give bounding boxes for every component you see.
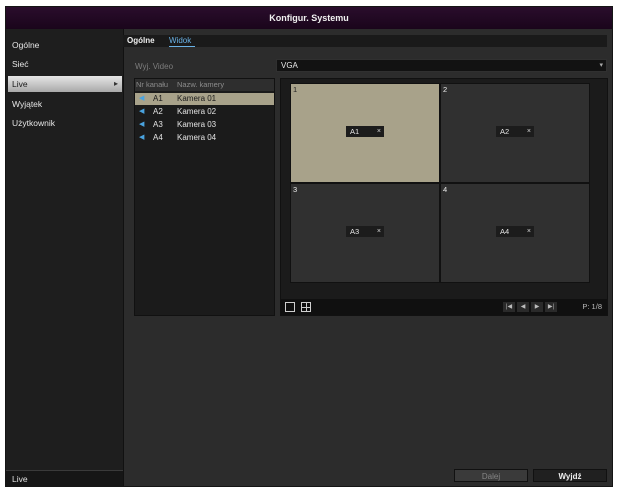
prev-page-button[interactable]: ◀ [517,302,529,312]
list-item[interactable]: ◀ A2 Kamera 02 [135,106,274,118]
next-page-button[interactable]: ▶ [531,302,543,312]
next-button[interactable]: Dalej [454,469,528,482]
camera-icon: ◀ [139,95,145,102]
column-header-channel: Nr kanału [136,80,169,89]
camera-name: Kamera 01 [177,94,217,103]
tab-view-label: Widok [169,36,192,45]
list-item[interactable]: ◀ A3 Kamera 03 [135,119,274,131]
preview-cell[interactable]: 2 A2 × [441,84,589,182]
sidebar-item-network[interactable]: Sieć [8,56,122,72]
sidebar-footer-live[interactable]: Live [6,470,123,486]
camera-list: Nr kanału Nazw. kamery ◀ A1 Kamera 01 ◀ … [134,78,275,316]
camera-name: Kamera 04 [177,133,217,142]
cell-channel-label: A2 [500,127,510,136]
close-icon[interactable]: × [527,226,531,237]
first-page-button[interactable]: |◀ [503,302,515,312]
camera-icon: ◀ [139,121,145,128]
cell-channel-label: A3 [350,227,360,236]
cell-number: 4 [443,185,448,194]
cell-number: 1 [293,85,298,94]
cell-channel: A2 × [496,126,534,137]
list-item[interactable]: ◀ A4 Kamera 04 [135,132,274,144]
camera-name: Kamera 02 [177,107,217,116]
preview-cell[interactable]: 1 A1 × [291,84,439,182]
page-indicator: P: 1/8 [582,302,602,311]
sidebar-item-general[interactable]: Ogólne [8,37,122,53]
camera-id: A2 [153,107,163,116]
sidebar: Ogólne Sieć Live ▸ Wyjątek Użytkownik Li… [6,29,124,486]
single-view-icon[interactable] [285,302,295,312]
preview-grid: 1 A1 × 2 A2 × 3 A3 × 4 A4 × [290,83,590,283]
close-icon[interactable]: × [527,126,531,137]
cell-channel: A3 × [346,226,384,237]
last-page-button[interactable]: ▶| [545,302,557,312]
camera-id: A1 [153,94,163,103]
layout-preview: 1 A1 × 2 A2 × 3 A3 × 4 A4 × |◀ ◀ ▶ ▶| P:… [280,78,608,316]
camera-id: A3 [153,120,163,129]
camera-name: Kamera 03 [177,120,217,129]
tab-active-underline [169,46,195,47]
cell-channel: A1 × [346,126,384,137]
cell-number: 3 [293,185,298,194]
sidebar-item-label: Live [12,79,28,89]
video-output-value: VGA [281,61,298,70]
preview-toolbar: |◀ ◀ ▶ ▶| P: 1/8 [281,299,607,315]
camera-id: A4 [153,133,163,142]
close-icon[interactable]: × [377,226,381,237]
video-output-select[interactable]: VGA ▾ [276,59,607,72]
camera-icon: ◀ [139,134,145,141]
chevron-down-icon: ▾ [599,62,603,69]
cell-channel-label: A4 [500,227,510,236]
tab-bar: Ogólne Widok [123,35,607,47]
chevron-right-icon: ▸ [113,79,118,88]
video-output-label: Wyj. Video [135,62,174,71]
column-header-camera-name: Nazw. kamery [177,80,225,89]
exit-button[interactable]: Wyjdź [533,469,607,482]
tab-view[interactable]: Widok [169,35,195,47]
tab-general[interactable]: Ogólne [127,35,155,47]
preview-cell[interactable]: 3 A3 × [291,184,439,282]
preview-cell[interactable]: 4 A4 × [441,184,589,282]
cell-channel-label: A1 [350,127,360,136]
quad-view-icon[interactable] [301,302,311,312]
sidebar-item-exception[interactable]: Wyjątek [8,96,122,112]
sidebar-item-live[interactable]: Live ▸ [8,76,122,92]
window-title: Konfigur. Systemu [6,7,612,29]
close-icon[interactable]: × [377,126,381,137]
sidebar-item-user[interactable]: Użytkownik [8,115,122,131]
list-item[interactable]: ◀ A1 Kamera 01 [135,93,274,105]
cell-channel: A4 × [496,226,534,237]
camera-list-header: Nr kanału Nazw. kamery [135,79,274,91]
cell-number: 2 [443,85,448,94]
camera-icon: ◀ [139,108,145,115]
